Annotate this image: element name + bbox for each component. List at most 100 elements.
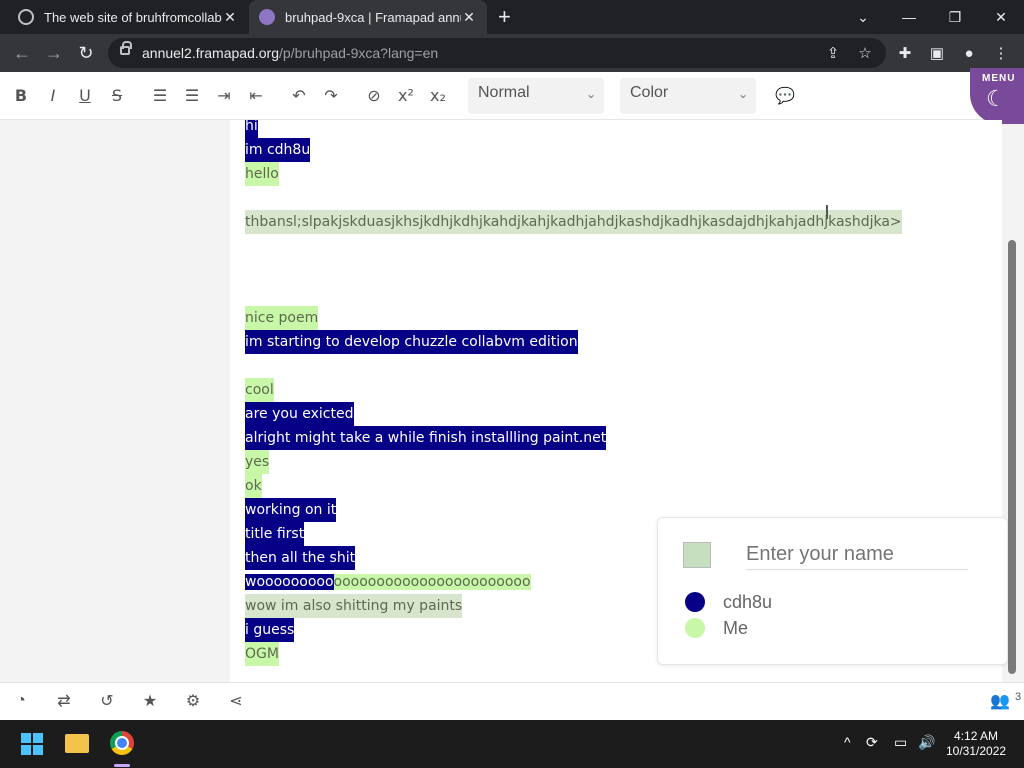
doc-line[interactable]: ok — [245, 474, 262, 498]
ordered-list-icon[interactable]: ☰ — [149, 84, 171, 106]
share-icon[interactable]: ⇪ — [822, 42, 844, 64]
active-app-indicator — [114, 764, 130, 767]
clear-authorship-icon[interactable]: ⊘ — [363, 84, 385, 106]
underline-button[interactable]: U — [74, 84, 96, 106]
tab-framapad[interactable]: bruhpad-9xca | Framapad annuel ✕ — [249, 0, 487, 34]
chevron-down-icon: ⌄ — [585, 87, 596, 101]
doc-line[interactable]: yes — [245, 450, 270, 474]
users-panel: cdh8u Me — [657, 517, 1008, 665]
windows-taskbar: ^ ⟳ ▭ 🔊 4:12 AM 10/31/2022 — [0, 720, 1024, 768]
volume-icon[interactable]: 🔊 — [918, 734, 935, 751]
history-icon[interactable]: ↺ — [97, 691, 117, 711]
lock-icon — [120, 41, 132, 55]
doc-line[interactable]: then all the shit — [245, 546, 356, 570]
bold-button[interactable]: B — [10, 84, 32, 106]
chevron-down-icon: ⌄ — [737, 87, 748, 101]
superscript-icon[interactable]: x² — [395, 84, 417, 106]
menu-label: MENU — [982, 73, 1016, 84]
color-select[interactable]: Color ⌄ — [620, 78, 756, 114]
close-tab-icon[interactable]: ✕ — [222, 9, 238, 26]
indent-icon[interactable]: ⇥ — [213, 84, 235, 106]
outdent-icon[interactable]: ⇤ — [245, 84, 267, 106]
doc-line[interactable]: wow im also shitting my paints — [245, 594, 463, 618]
dashboard-icon[interactable]: ◔ — [11, 691, 31, 711]
user-count: 3 — [1015, 691, 1022, 703]
settings-gear-icon[interactable]: ⚙ — [183, 691, 203, 711]
heading-select-value: Normal — [478, 84, 530, 101]
doc-line[interactable]: title first — [245, 522, 305, 546]
tab-bruhfromcollabvm[interactable]: The web site of bruhfromcollabvm ✕ — [8, 0, 248, 34]
color-select-value: Color — [630, 84, 669, 101]
scrollbar-thumb[interactable] — [1008, 240, 1016, 674]
tab-title: bruhpad-9xca | Framapad annuel — [285, 9, 461, 25]
doc-line[interactable]: hello — [245, 162, 279, 186]
doc-line[interactable]: im starting to develop chuzzle collabvm … — [245, 330, 578, 354]
close-tab-icon[interactable]: ✕ — [461, 9, 477, 26]
text-cursor — [826, 205, 828, 219]
sync-icon[interactable]: ⟳ — [866, 734, 878, 751]
share-icon[interactable]: ⋖ — [226, 691, 246, 711]
name-input[interactable] — [746, 540, 968, 570]
minimize-icon[interactable]: — — [886, 0, 932, 34]
doc-line[interactable]: nice poem — [245, 306, 319, 330]
doc-span: ooooooooooooooooooooooo — [333, 574, 531, 590]
doc-line[interactable]: i guess — [245, 618, 295, 642]
doc-line-mixed[interactable]: woooooooooooooooooooooooooooooooo — [245, 570, 531, 594]
reload-icon[interactable]: ↻ — [73, 40, 99, 66]
clock-time: 4:12 AM — [954, 729, 999, 743]
document-icon — [259, 9, 275, 25]
profile-icon[interactable]: ● — [958, 42, 980, 64]
extensions-icon[interactable]: ✚ — [894, 42, 916, 64]
back-icon[interactable]: ← — [9, 40, 35, 66]
restore-icon[interactable]: ❐ — [932, 0, 978, 34]
kebab-menu-icon[interactable]: ⋮ — [990, 42, 1012, 64]
globe-icon — [18, 9, 34, 25]
italic-button[interactable]: I — [42, 84, 64, 106]
user-entry: Me — [685, 616, 748, 640]
start-button-icon[interactable] — [21, 733, 43, 755]
editor-toolbar: B I U S ☰ ☰ ⇥ ⇤ ↶ ↷ ⊘ x² x₂ Normal ⌄ Col… — [0, 72, 1024, 120]
doc-line[interactable]: working on it — [245, 498, 337, 522]
doc-line[interactable]: alright might take a while finish instal… — [245, 426, 607, 450]
browser-tab-bar: The web site of bruhfromcollabvm ✕ bruhp… — [0, 0, 1024, 34]
comment-icon[interactable]: 💬 — [774, 84, 796, 106]
unordered-list-icon[interactable]: ☰ — [181, 84, 203, 106]
user-color-dot — [685, 592, 705, 612]
close-window-icon[interactable]: ✕ — [978, 0, 1024, 34]
tab-title: The web site of bruhfromcollabvm — [44, 9, 222, 25]
doc-span: wooooooooo — [245, 574, 334, 590]
clock-date: 10/31/2022 — [946, 744, 1007, 758]
framapad-logo-icon: ☾ — [986, 86, 1006, 111]
chevron-up-icon[interactable]: ^ — [844, 734, 851, 750]
users-icon[interactable]: 👥 — [990, 691, 1010, 711]
network-icon[interactable]: ▭ — [894, 734, 907, 751]
my-color-swatch[interactable] — [683, 542, 711, 568]
doc-line[interactable]: cool — [245, 378, 274, 402]
undo-icon[interactable]: ↶ — [288, 84, 310, 106]
doc-line[interactable]: are you exicted — [245, 402, 354, 426]
doc-line[interactable]: im cdh8u — [245, 138, 311, 162]
chrome-icon[interactable] — [110, 731, 134, 755]
heading-select[interactable]: Normal ⌄ — [468, 78, 604, 114]
import-export-icon[interactable]: ⇄ — [54, 691, 74, 711]
doc-line[interactable]: thbansl;slpakjskduasjkhsjkdhjkdhjkahdjka… — [245, 210, 902, 234]
clock[interactable]: 4:12 AM 10/31/2022 — [946, 729, 1006, 759]
file-explorer-icon[interactable] — [65, 734, 89, 753]
user-entry: cdh8u — [685, 590, 772, 614]
bookmark-star-icon[interactable]: ☆ — [854, 42, 876, 64]
sidepanel-icon[interactable]: ▣ — [926, 42, 948, 64]
subscript-icon[interactable]: x₂ — [427, 84, 449, 106]
doc-line[interactable]: hi — [245, 120, 258, 138]
user-color-dot — [685, 618, 705, 638]
strikethrough-button[interactable]: S — [106, 84, 128, 106]
forward-icon[interactable]: → — [41, 40, 67, 66]
star-icon[interactable]: ★ — [140, 691, 160, 711]
browser-toolbar: ← → ↻ annuel2.framapad.org/p/bruhpad-9xc… — [0, 34, 1024, 72]
tab-search-icon[interactable]: ⌄ — [840, 0, 886, 34]
address-bar[interactable]: annuel2.framapad.org/p/bruhpad-9xca?lang… — [108, 38, 886, 68]
user-name: Me — [723, 617, 749, 638]
doc-line[interactable]: OGM — [245, 642, 279, 666]
new-tab-button[interactable]: + — [498, 4, 511, 30]
user-name: cdh8u — [723, 591, 773, 612]
redo-icon[interactable]: ↷ — [320, 84, 342, 106]
